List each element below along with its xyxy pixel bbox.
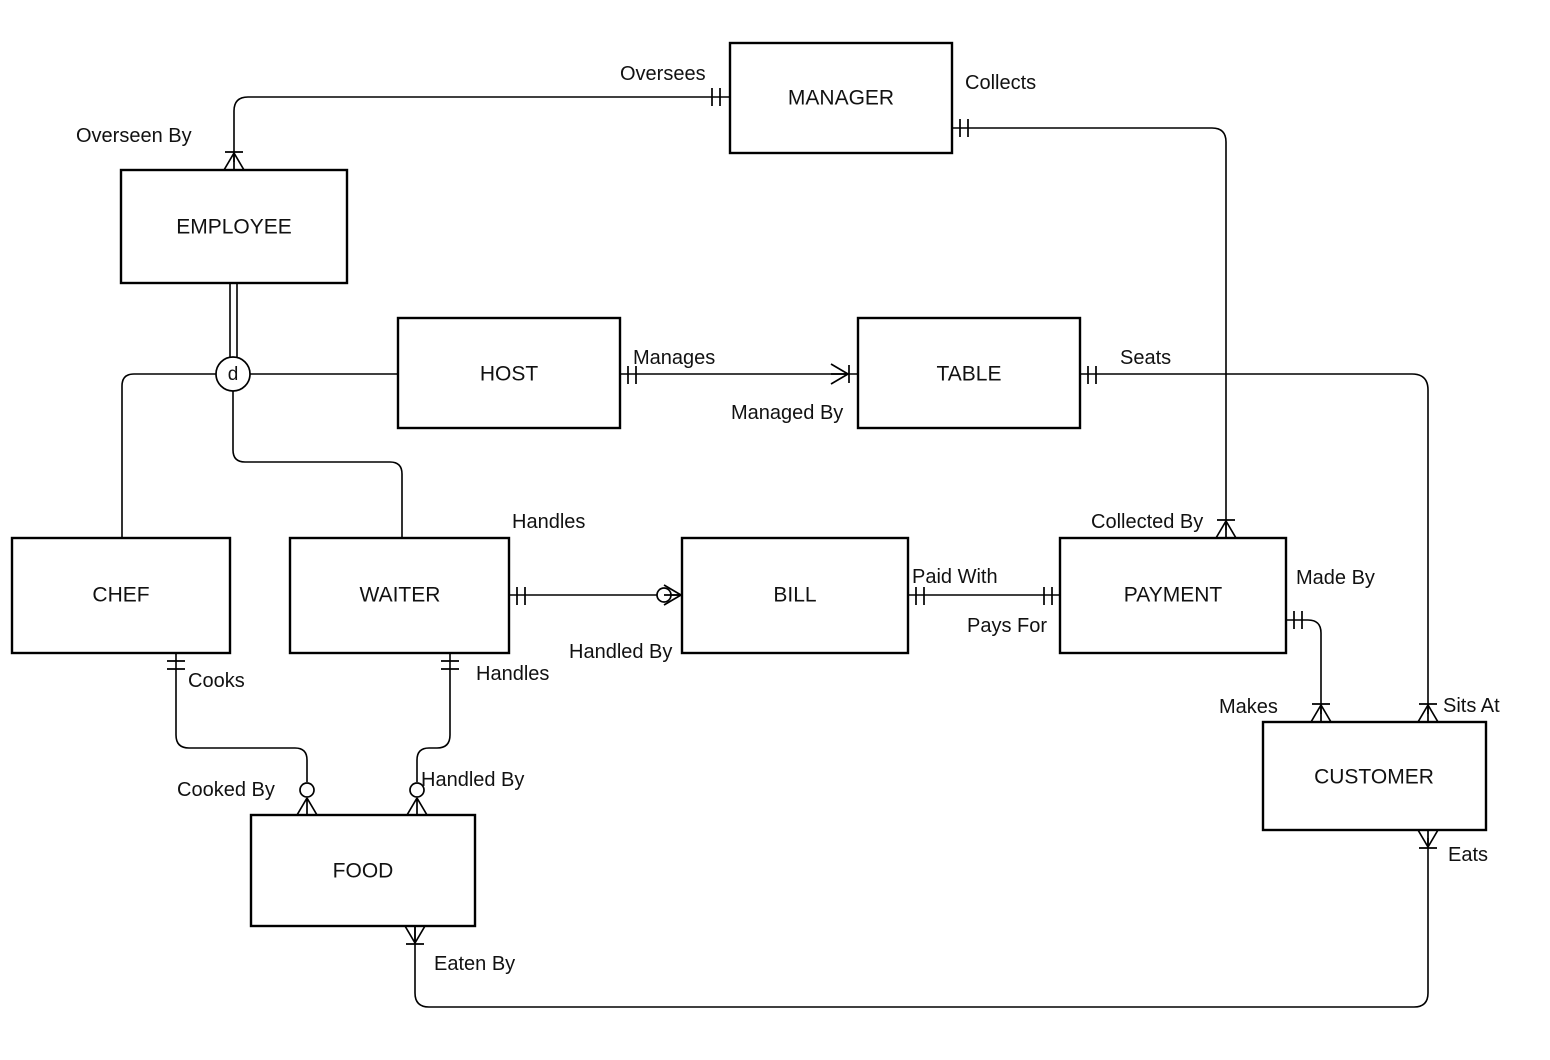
entity-bill-label: BILL — [773, 584, 816, 607]
relationship-label-eaten-by: Eaten By — [434, 953, 515, 975]
relationship-label-manages: Manages — [633, 347, 715, 369]
cardinality-one-mandatory-icon — [1087, 366, 1097, 384]
entity-payment-label: PAYMENT — [1124, 584, 1223, 607]
entity-employee[interactable]: EMPLOYEE — [119, 168, 349, 285]
cardinality-many-optional-icon — [656, 584, 682, 606]
relationship-label-managed-by: Managed By — [731, 402, 843, 424]
relationship-label-handles-food: Handles — [476, 663, 549, 685]
relationship-label-pays-for: Pays For — [967, 615, 1047, 637]
entity-food-label: FOOD — [333, 860, 394, 883]
cardinality-many-mandatory-icon — [1417, 829, 1439, 849]
cardinality-many-optional-icon — [296, 782, 318, 816]
cardinality-many-mandatory-icon — [1310, 703, 1332, 723]
entity-payment[interactable]: PAYMENT — [1058, 536, 1288, 655]
cardinality-one-mandatory-icon — [915, 587, 925, 605]
connector-specialization-chef — [121, 373, 216, 538]
entity-table-label: TABLE — [937, 363, 1002, 386]
relationship-label-seats: Seats — [1120, 347, 1171, 369]
connector-oversees — [233, 96, 730, 162]
entity-manager-label: MANAGER — [788, 87, 894, 110]
cardinality-one-mandatory-icon — [1043, 587, 1053, 605]
connector-made-by — [1286, 619, 1322, 714]
entity-chef[interactable]: CHEF — [10, 536, 232, 655]
relationship-label-cooks: Cooks — [188, 670, 245, 692]
relationship-label-overseen-by: Overseen By — [76, 125, 192, 147]
relationship-label-handled-by-food: Handled By — [421, 769, 524, 791]
er-diagram-svg: MANAGER EMPLOYEE HOST TABLE CHEF WAITER — [10, 41, 1500, 1008]
entity-customer[interactable]: CUSTOMER — [1261, 720, 1488, 832]
entity-customer-label: CUSTOMER — [1314, 766, 1434, 789]
entity-table[interactable]: TABLE — [856, 316, 1082, 430]
relationship-label-oversees: Oversees — [620, 63, 706, 85]
entity-host-label: HOST — [480, 363, 539, 386]
disjoint-symbol-label: d — [228, 364, 239, 385]
connector-specialization-waiter — [232, 391, 403, 538]
relationship-label-handled-by-bill: Handled By — [569, 641, 672, 663]
entity-manager[interactable]: MANAGER — [728, 41, 954, 155]
cardinality-many-mandatory-icon — [830, 363, 850, 385]
relationship-label-cooked-by: Cooked By — [177, 779, 275, 801]
entity-employee-label: EMPLOYEE — [176, 216, 292, 239]
relationship-label-makes: Makes — [1219, 696, 1278, 718]
relationship-label-collected-by: Collected By — [1091, 511, 1203, 533]
relationship-label-collects: Collects — [965, 72, 1036, 94]
relationship-label-sits-at: Sits At — [1443, 695, 1500, 717]
disjoint-specialization-symbol[interactable]: d — [215, 356, 251, 392]
cardinality-one-mandatory-icon — [516, 587, 526, 605]
connector-handles-food — [416, 653, 451, 782]
entity-waiter-label: WAITER — [360, 584, 441, 607]
cardinality-many-mandatory-icon — [404, 925, 426, 945]
relationship-label-handles-bill: Handles — [512, 511, 585, 533]
cardinality-many-mandatory-icon — [223, 151, 245, 171]
relationship-label-eats: Eats — [1448, 844, 1488, 866]
entity-bill[interactable]: BILL — [680, 536, 910, 655]
cardinality-many-mandatory-icon — [1215, 519, 1237, 539]
relationship-label-made-by: Made By — [1296, 567, 1375, 589]
entity-waiter[interactable]: WAITER — [288, 536, 511, 655]
entity-food[interactable]: FOOD — [249, 813, 477, 928]
entity-host[interactable]: HOST — [396, 316, 622, 430]
relationship-label-paid-with: Paid With — [912, 566, 998, 588]
connector-eaten-by — [414, 838, 1429, 1008]
cardinality-many-mandatory-icon — [1417, 703, 1439, 723]
entity-chef-label: CHEF — [92, 584, 149, 607]
er-diagram-canvas: MANAGER EMPLOYEE HOST TABLE CHEF WAITER — [0, 0, 1550, 1060]
